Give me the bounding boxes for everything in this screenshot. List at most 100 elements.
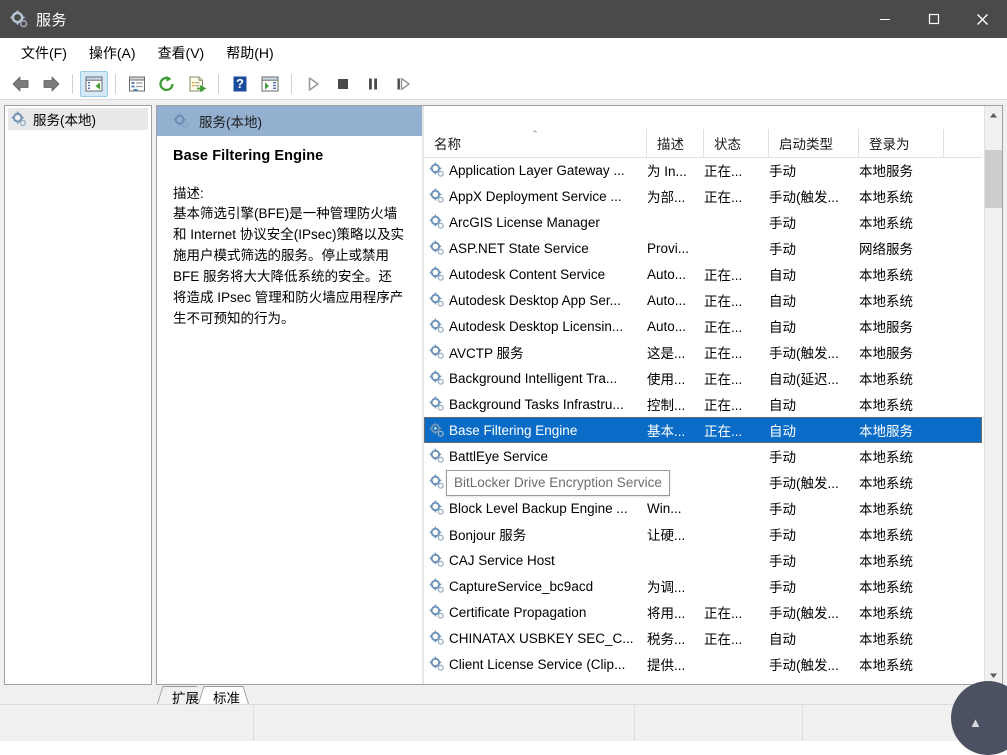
service-gear-icon xyxy=(429,500,445,516)
table-row[interactable]: Background Intelligent Tra... 使用... 正在... 自… xyxy=(424,365,982,391)
show-action-pane-button[interactable] xyxy=(256,71,284,97)
stop-service-button[interactable] xyxy=(329,71,357,97)
table-row[interactable]: ArcGIS License Manager 手动 本地系统 xyxy=(424,209,982,235)
scrollbar-thumb[interactable] xyxy=(985,150,1002,208)
table-row[interactable]: Client License Service (Clip... 提供... 手动(触… xyxy=(424,651,982,677)
close-button[interactable] xyxy=(958,0,1007,38)
table-row[interactable]: ASP.NET State Service Provi... 手动 网络服务 xyxy=(424,235,982,261)
show-hide-console-tree-button[interactable] xyxy=(80,70,108,97)
table-row[interactable]: CAJ Service Host 手动 本地系统 xyxy=(424,547,982,573)
cell-text: 让硬... xyxy=(647,528,686,543)
cell-text: 手动 xyxy=(769,450,796,465)
cell-name: CaptureService_bc9acd xyxy=(424,578,647,594)
cell-startup-type: 手动 xyxy=(769,498,859,518)
forward-button[interactable] xyxy=(37,71,65,97)
cell-text: 本地系统 xyxy=(859,294,913,309)
table-row[interactable]: Certificate Propagation 将用... 正在... 手动(触发..… xyxy=(424,599,982,625)
restart-service-button[interactable] xyxy=(389,71,417,97)
cell-log-on-as: 本地系统 xyxy=(859,264,944,284)
table-row[interactable]: CaptureService_bc9acd 为调... 手动 本地系统 xyxy=(424,573,982,599)
table-row[interactable]: Background Tasks Infrastru... 控制... 正在... 自… xyxy=(424,391,982,417)
cell-log-on-as: 本地系统 xyxy=(859,290,944,310)
cell-text: Client License Service (Clip... xyxy=(449,656,626,672)
menu-action[interactable]: 操作(A) xyxy=(78,39,147,67)
cell-log-on-as: 本地服务 xyxy=(859,160,944,180)
pause-bars-icon xyxy=(364,75,382,93)
cell-log-on-as: 本地系统 xyxy=(859,498,944,518)
cell-description: 基本... xyxy=(647,420,704,440)
service-detail-panel: 服务(本地) Base Filtering Engine 描述: 基本筛选引擎(… xyxy=(157,106,422,684)
column-header-label: 名称 xyxy=(434,137,461,152)
column-startup-type[interactable]: 启动类型 xyxy=(769,129,859,157)
services-list: 名称 ⌃ 描述 状态 启动类型 登录为 Application Layer Gateway… xyxy=(424,106,1002,684)
cell-log-on-as: 本地服务 xyxy=(859,316,944,336)
service-gear-icon xyxy=(429,344,445,360)
cell-text: AVCTP 服务 xyxy=(449,346,524,361)
services-gear-icon xyxy=(11,111,27,127)
cell-text: 使用... xyxy=(647,372,686,387)
cell-log-on-as: 本地系统 xyxy=(859,446,944,466)
cell-text: CAJ Service Host xyxy=(449,552,555,568)
menu-view[interactable]: 查看(V) xyxy=(147,39,216,67)
menu-help[interactable]: 帮助(H) xyxy=(215,39,284,67)
cell-text: 本地系统 xyxy=(859,372,913,387)
table-row[interactable]: AVCTP 服务 这是... 正在... 手动(触发... 本地服务 xyxy=(424,339,982,365)
table-row[interactable]: AppX Deployment Service ... 为部... 正在... 手动(… xyxy=(424,183,982,209)
cell-name: Background Tasks Infrastru... xyxy=(424,396,647,412)
column-header-label: 描述 xyxy=(657,137,684,152)
pause-service-button[interactable] xyxy=(359,71,387,97)
toolbar-separator-4 xyxy=(291,73,292,94)
table-row[interactable]: Autodesk Content Service Auto... 正在... 自动 本地… xyxy=(424,261,982,287)
table-row[interactable]: BattlEye Service 手动 本地系统 xyxy=(424,443,982,469)
cell-startup-type: 手动 xyxy=(769,524,859,544)
cell-text: 自动 xyxy=(769,424,796,439)
row-tooltip: BitLocker Drive Encryption Service xyxy=(446,470,670,496)
cell-text: 本地服务 xyxy=(859,164,913,179)
properties-button[interactable] xyxy=(123,71,151,97)
table-row[interactable]: Bonjour 服务 让硬... 手动 本地系统 xyxy=(424,521,982,547)
scroll-up-arrow-icon[interactable] xyxy=(985,106,1002,124)
export-list-button[interactable] xyxy=(183,71,211,97)
cell-description: Provi... xyxy=(647,241,704,256)
cell-name: Autodesk Content Service xyxy=(424,266,647,282)
toolbar: ? xyxy=(0,68,1007,100)
table-row[interactable]: Base Filtering Engine 基本... 正在... 自动 本地服务 xyxy=(424,417,982,443)
column-status[interactable]: 状态 xyxy=(704,129,769,157)
cursor-overlay-orb: ▲ xyxy=(951,681,1007,755)
toolbar-separator-2 xyxy=(115,73,116,94)
cell-status: 正在... xyxy=(704,628,769,648)
table-row[interactable]: Application Layer Gateway ... 为 In... 正在..… xyxy=(424,157,982,183)
cell-text: 本地系统 xyxy=(859,502,913,517)
start-service-button[interactable] xyxy=(299,71,327,97)
column-description[interactable]: 描述 xyxy=(647,129,704,157)
help-button[interactable]: ? xyxy=(226,71,254,97)
list-vertical-scrollbar[interactable] xyxy=(984,106,1002,684)
table-row[interactable]: Block Level Backup Engine ... Win... 手动 本地系… xyxy=(424,495,982,521)
cell-status: 正在... xyxy=(704,394,769,414)
table-row[interactable]: Autodesk Desktop App Ser... Auto... 正在... 自… xyxy=(424,287,982,313)
cell-text: ArcGIS License Manager xyxy=(449,214,600,230)
cell-text: Autodesk Desktop App Ser... xyxy=(449,292,621,308)
table-row[interactable]: CHINATAX USBKEY SEC_C... 税务... 正在... 自动 本地系统 xyxy=(424,625,982,651)
cell-startup-type: 自动 xyxy=(769,628,859,648)
cell-text: CaptureService_bc9acd xyxy=(449,578,594,594)
back-button[interactable] xyxy=(7,71,35,97)
cell-log-on-as: 本地系统 xyxy=(859,550,944,570)
menu-file[interactable]: 文件(F) xyxy=(10,39,78,67)
cell-text: 手动(触发... xyxy=(769,658,839,673)
cell-text: 本地系统 xyxy=(859,268,913,283)
cell-text: 本地系统 xyxy=(859,476,913,491)
refresh-button[interactable] xyxy=(153,71,181,97)
maximize-button[interactable] xyxy=(909,0,958,38)
cell-description: 将用... xyxy=(647,602,704,622)
cell-text: Autodesk Content Service xyxy=(449,266,606,282)
service-gear-icon xyxy=(429,292,445,308)
column-log-on-as[interactable]: 登录为 xyxy=(859,129,944,157)
minimize-button[interactable] xyxy=(860,0,909,38)
cell-status: 正在... xyxy=(704,186,769,206)
table-row[interactable]: Autodesk Desktop Licensin... Auto... 正在...… xyxy=(424,313,982,339)
column-name[interactable]: 名称 ⌃ xyxy=(424,129,647,157)
tree-item-services-local[interactable]: 服务(本地) xyxy=(8,108,148,130)
cell-log-on-as: 本地系统 xyxy=(859,602,944,622)
cell-text: 本地服务 xyxy=(859,320,913,335)
